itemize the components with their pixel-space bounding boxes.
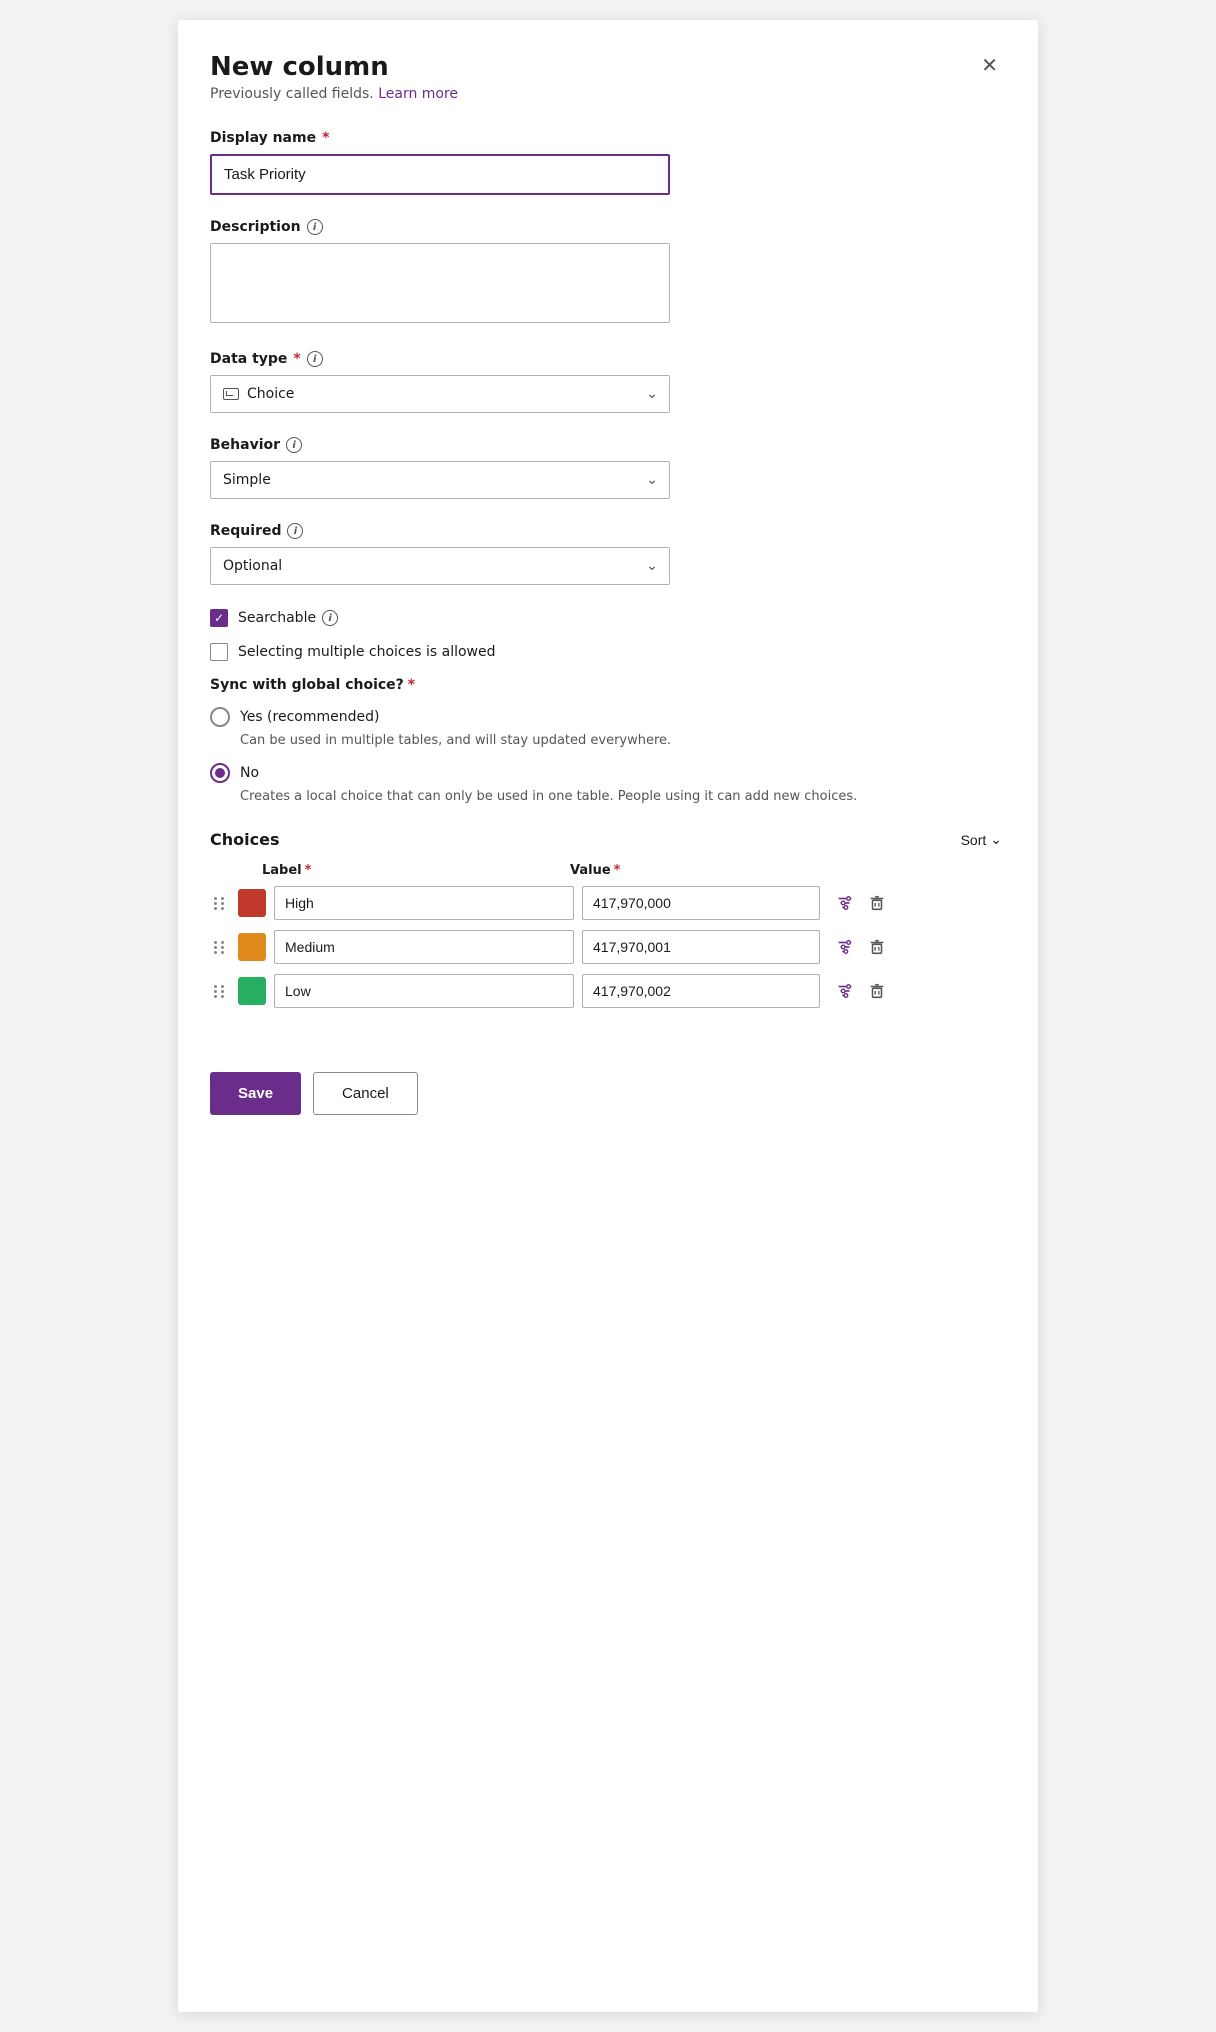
sync-yes-option: Yes (recommended) Can be used in multipl… (210, 707, 1002, 751)
sort-button[interactable]: Sort ⌄ (961, 831, 1002, 848)
sync-no-option: No Creates a local choice that can only … (210, 763, 1002, 807)
sync-yes-label: Yes (recommended) (240, 709, 379, 725)
row-actions (832, 936, 890, 958)
behavior-info-icon: i (286, 437, 302, 453)
filter-button[interactable] (832, 936, 858, 958)
data-type-select-display[interactable]: Choice ⌄ (210, 375, 670, 413)
required-chevron-icon: ⌄ (646, 558, 658, 574)
display-name-input[interactable] (210, 154, 670, 195)
multiple-choices-row: Selecting multiple choices is allowed (210, 643, 1002, 661)
table-row (210, 930, 1002, 964)
sync-section: Sync with global choice? * Yes (recommen… (210, 677, 1002, 806)
choice-type-icon (223, 388, 239, 400)
drag-handle[interactable] (210, 937, 230, 958)
value-col-header: Value * (570, 863, 808, 878)
behavior-label: Behavior i (210, 437, 1002, 453)
color-swatch[interactable] (238, 933, 266, 961)
choices-col-headers: Label * Value * (210, 863, 1002, 878)
display-name-label: Display name * (210, 130, 1002, 146)
new-column-panel: New column ✕ Previously called fields. L… (178, 20, 1038, 2012)
panel-subtitle: Previously called fields. Learn more (210, 86, 1002, 102)
choices-title: Choices (210, 830, 279, 849)
delete-button[interactable] (864, 936, 890, 958)
learn-more-link[interactable]: Learn more (378, 86, 458, 102)
behavior-field: Behavior i Simple ⌄ (210, 437, 1002, 499)
panel-title: New column (210, 52, 389, 82)
row-actions (832, 892, 890, 914)
choices-section: Choices Sort ⌄ Label * Value * (210, 830, 1002, 1008)
description-info-icon: i (307, 219, 323, 235)
required-info-icon: i (287, 523, 303, 539)
sync-yes-radio[interactable] (210, 707, 230, 727)
behavior-select[interactable]: Simple ⌄ (210, 461, 670, 499)
radio-selected-dot (215, 768, 225, 778)
panel-header: New column ✕ (210, 52, 1002, 82)
sync-yes-desc: Can be used in multiple tables, and will… (240, 731, 1002, 751)
data-type-select[interactable]: Choice ⌄ (210, 375, 670, 413)
required-star-value: * (614, 863, 621, 878)
sort-chevron-icon: ⌄ (990, 831, 1002, 848)
table-row (210, 974, 1002, 1008)
table-row (210, 886, 1002, 920)
drag-handle[interactable] (210, 981, 230, 1002)
behavior-chevron-icon: ⌄ (646, 472, 658, 488)
choice-rows-container (210, 886, 1002, 1008)
data-type-info-icon: i (307, 351, 323, 367)
data-type-label: Data type * i (210, 351, 1002, 367)
choice-value-input[interactable] (582, 930, 820, 964)
sync-yes-radio-row[interactable]: Yes (recommended) (210, 707, 1002, 727)
required-star-display-name: * (322, 130, 329, 146)
row-actions (832, 980, 890, 1002)
choice-value-input[interactable] (582, 974, 820, 1008)
sync-no-desc: Creates a local choice that can only be … (240, 787, 1002, 807)
sync-no-label: No (240, 765, 259, 781)
label-col-header: Label * (262, 863, 562, 878)
chevron-down-icon: ⌄ (646, 386, 658, 402)
description-input[interactable] (210, 243, 670, 323)
required-field: Required i Optional ⌄ (210, 523, 1002, 585)
searchable-row: ✓ Searchable i (210, 609, 1002, 627)
filter-button[interactable] (832, 892, 858, 914)
required-star-data-type: * (293, 351, 300, 367)
data-type-field: Data type * i Choice ⌄ (210, 351, 1002, 413)
searchable-checkbox[interactable]: ✓ (210, 609, 228, 627)
choice-label-input[interactable] (274, 930, 574, 964)
required-star-sync: * (408, 677, 415, 693)
choice-label-input[interactable] (274, 886, 574, 920)
behavior-select-display[interactable]: Simple ⌄ (210, 461, 670, 499)
color-swatch[interactable] (238, 889, 266, 917)
choice-label-input[interactable] (274, 974, 574, 1008)
footer-actions: Save Cancel (210, 1048, 1002, 1115)
multiple-choices-label: Selecting multiple choices is allowed (238, 644, 496, 660)
sync-title: Sync with global choice? * (210, 677, 1002, 693)
required-star-label: * (305, 863, 312, 878)
required-select-display[interactable]: Optional ⌄ (210, 547, 670, 585)
searchable-info-icon: i (322, 610, 338, 626)
searchable-label: Searchable i (238, 610, 338, 626)
required-select[interactable]: Optional ⌄ (210, 547, 670, 585)
drag-handle[interactable] (210, 893, 230, 914)
multiple-choices-checkbox[interactable] (210, 643, 228, 661)
choices-header: Choices Sort ⌄ (210, 830, 1002, 849)
choice-value-input[interactable] (582, 886, 820, 920)
description-label: Description i (210, 219, 1002, 235)
delete-button[interactable] (864, 892, 890, 914)
display-name-field: Display name * (210, 130, 1002, 219)
color-swatch[interactable] (238, 977, 266, 1005)
delete-button[interactable] (864, 980, 890, 1002)
close-button[interactable]: ✕ (977, 52, 1002, 80)
sync-no-radio-row[interactable]: No (210, 763, 1002, 783)
cancel-button[interactable]: Cancel (313, 1072, 418, 1115)
description-field: Description i (210, 219, 1002, 351)
checkmark-icon: ✓ (214, 612, 224, 624)
filter-button[interactable] (832, 980, 858, 1002)
sync-no-radio[interactable] (210, 763, 230, 783)
save-button[interactable]: Save (210, 1072, 301, 1115)
required-label: Required i (210, 523, 1002, 539)
